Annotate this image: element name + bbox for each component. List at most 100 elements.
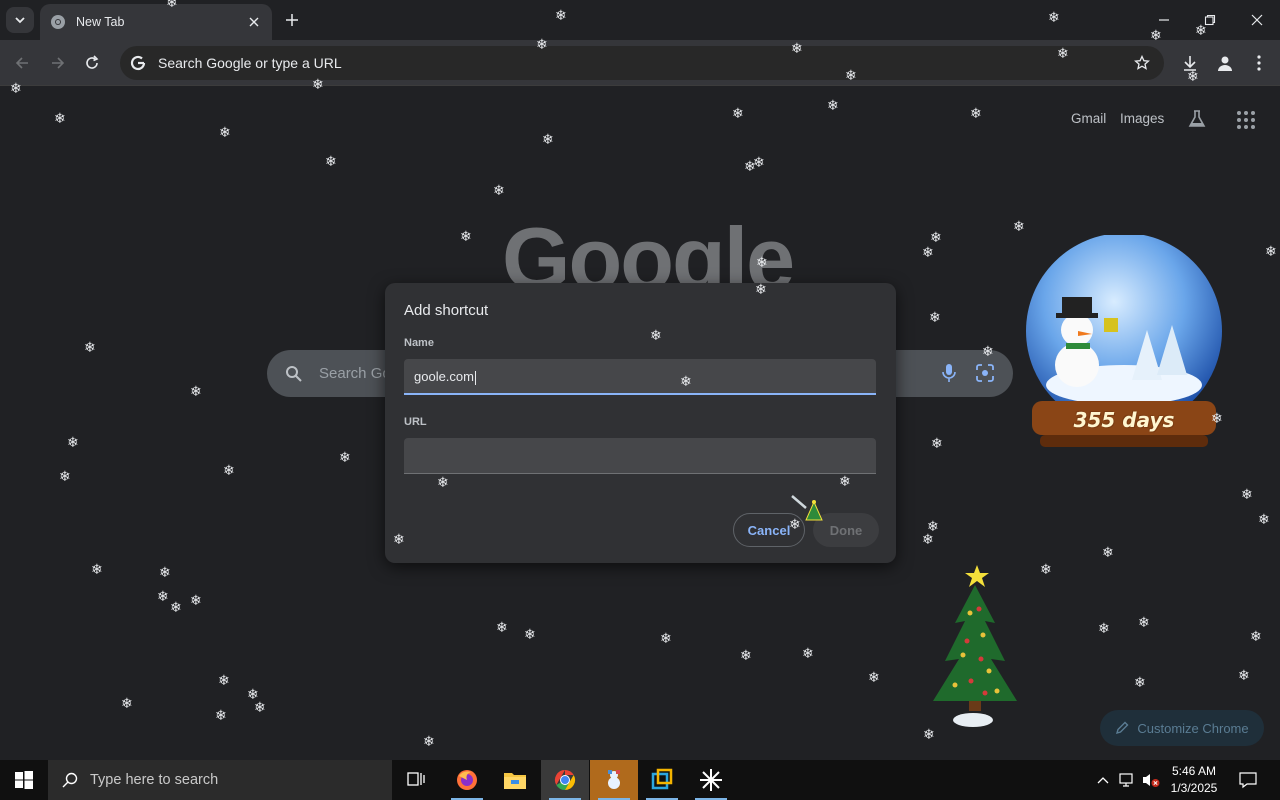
snowflake-icon: ❄ bbox=[219, 125, 231, 141]
snowflake-icon: ❄ bbox=[1195, 23, 1207, 39]
countdown-label: 355 days bbox=[1073, 408, 1175, 432]
back-button[interactable] bbox=[8, 49, 36, 77]
snowflake-icon: ❄ bbox=[10, 81, 22, 97]
snowflake-icon: ❄ bbox=[1211, 411, 1223, 427]
snowflake-icon: ❄ bbox=[789, 517, 801, 533]
url-field-label: URL bbox=[404, 416, 427, 428]
snowflake-icon: ❄ bbox=[922, 532, 934, 548]
snowflake-icon: ❄ bbox=[67, 435, 79, 451]
toolbar: Search Google or type a URL bbox=[0, 40, 1280, 86]
images-link[interactable]: Images bbox=[1120, 111, 1164, 126]
snowflake-icon: ❄ bbox=[1187, 69, 1199, 85]
volume-tray-icon[interactable] bbox=[1140, 760, 1162, 800]
snowflake-icon: ❄ bbox=[1138, 615, 1150, 631]
close-tab-icon[interactable] bbox=[246, 14, 262, 30]
address-bar-placeholder: Search Google or type a URL bbox=[158, 55, 342, 71]
snowflake-icon: ❄ bbox=[1241, 487, 1253, 503]
chrome-favicon-icon bbox=[51, 15, 65, 29]
snowflake-icon: ❄ bbox=[190, 384, 202, 400]
clock-time: 5:46 AM bbox=[1171, 764, 1217, 778]
search-icon bbox=[62, 772, 78, 788]
name-input[interactable]: goole.com bbox=[404, 359, 876, 395]
show-hidden-icons-button[interactable] bbox=[1094, 760, 1112, 800]
file-explorer-taskbar-app[interactable] bbox=[491, 760, 539, 800]
gmail-link[interactable]: Gmail bbox=[1071, 111, 1106, 126]
snowflake-icon: ❄ bbox=[159, 565, 171, 581]
snowflake-icon: ❄ bbox=[218, 673, 230, 689]
asterisk-app-icon bbox=[700, 769, 722, 791]
task-view-button[interactable] bbox=[392, 760, 440, 800]
snowflake-icon: ❄ bbox=[542, 132, 554, 148]
bookmark-star-icon[interactable] bbox=[1134, 55, 1150, 71]
kebab-menu-icon bbox=[1257, 55, 1261, 71]
christmas-tree-decoration bbox=[933, 565, 1017, 727]
address-bar[interactable]: Search Google or type a URL bbox=[120, 46, 1164, 80]
dialog-title: Add shortcut bbox=[404, 302, 489, 319]
snowflake-icon: ❄ bbox=[121, 696, 133, 712]
profile-button[interactable] bbox=[1215, 53, 1235, 73]
snowflake-icon: ❄ bbox=[929, 310, 941, 326]
profile-icon bbox=[1218, 56, 1232, 71]
snowflake-icon: ❄ bbox=[190, 593, 202, 609]
snowflake-icon: ❄ bbox=[791, 41, 803, 57]
customize-chrome-button[interactable]: Customize Chrome bbox=[1100, 710, 1264, 746]
start-button[interactable] bbox=[0, 760, 48, 800]
asterisk-app-taskbar-app[interactable] bbox=[687, 760, 735, 800]
microphone-icon[interactable] bbox=[941, 363, 957, 383]
tab-strip: New Tab bbox=[0, 0, 1280, 40]
snowflake-icon: ❄ bbox=[839, 474, 851, 490]
customize-chrome-label: Customize Chrome bbox=[1137, 720, 1249, 736]
close-icon bbox=[1251, 14, 1263, 26]
labs-flask-icon[interactable] bbox=[1186, 108, 1208, 130]
tab-new-tab[interactable]: New Tab bbox=[40, 4, 272, 40]
snowflake-icon: ❄ bbox=[223, 463, 235, 479]
snowflake-icon: ❄ bbox=[325, 154, 337, 170]
snowflake-icon: ❄ bbox=[493, 183, 505, 199]
name-field-label: Name bbox=[404, 337, 434, 349]
snowflake-icon: ❄ bbox=[157, 589, 169, 605]
snowflake-icon: ❄ bbox=[802, 646, 814, 662]
snowflake-icon: ❄ bbox=[845, 68, 857, 84]
snow-globe-widget[interactable]: 355 days bbox=[1022, 233, 1226, 457]
snowflake-icon: ❄ bbox=[868, 670, 880, 686]
plus-icon bbox=[286, 14, 298, 26]
menu-button[interactable] bbox=[1249, 53, 1269, 73]
close-window-button[interactable] bbox=[1239, 6, 1275, 34]
snowflake-icon: ❄ bbox=[84, 340, 96, 356]
snowflake-icon: ❄ bbox=[1265, 244, 1277, 260]
apps-grid-icon[interactable] bbox=[1236, 110, 1256, 130]
snowflake-icon: ❄ bbox=[982, 344, 994, 360]
tab-search-button[interactable] bbox=[6, 7, 34, 33]
snow-app-taskbar-app[interactable] bbox=[590, 760, 638, 800]
snowflake-icon: ❄ bbox=[660, 631, 672, 647]
lens-camera-icon[interactable] bbox=[975, 363, 995, 383]
google-g-icon bbox=[130, 55, 146, 71]
snowflake-icon: ❄ bbox=[312, 77, 324, 93]
snowflake-icon: ❄ bbox=[393, 532, 405, 548]
snowflake-icon: ❄ bbox=[740, 648, 752, 664]
snowflake-icon: ❄ bbox=[536, 37, 548, 53]
minimize-icon bbox=[1159, 19, 1169, 21]
chrome-taskbar-app[interactable] bbox=[541, 760, 589, 800]
snowflake-icon: ❄ bbox=[756, 255, 768, 271]
virtualbox-taskbar-app[interactable] bbox=[638, 760, 686, 800]
firefox-taskbar-app[interactable] bbox=[443, 760, 491, 800]
taskbar-search-placeholder: Type here to search bbox=[90, 772, 219, 788]
search-icon bbox=[286, 365, 302, 382]
snowflake-icon: ❄ bbox=[680, 374, 692, 390]
snowflake-icon: ❄ bbox=[650, 328, 662, 344]
new-tab-button[interactable] bbox=[280, 8, 304, 32]
name-input-value: goole.com bbox=[414, 369, 474, 384]
taskbar-clock[interactable]: 5:46 AM 1/3/2025 bbox=[1162, 763, 1226, 797]
snowflake-icon: ❄ bbox=[1013, 219, 1025, 235]
snowflake-icon: ❄ bbox=[732, 106, 744, 122]
reload-button[interactable] bbox=[78, 49, 106, 77]
notification-icon bbox=[1239, 772, 1257, 789]
url-input[interactable] bbox=[404, 438, 876, 474]
forward-button[interactable] bbox=[44, 49, 72, 77]
network-tray-icon[interactable] bbox=[1116, 760, 1138, 800]
notifications-button[interactable] bbox=[1234, 760, 1262, 800]
folder-icon bbox=[504, 773, 526, 789]
taskbar-search-box[interactable]: Type here to search bbox=[48, 760, 392, 800]
text-caret bbox=[474, 370, 476, 385]
